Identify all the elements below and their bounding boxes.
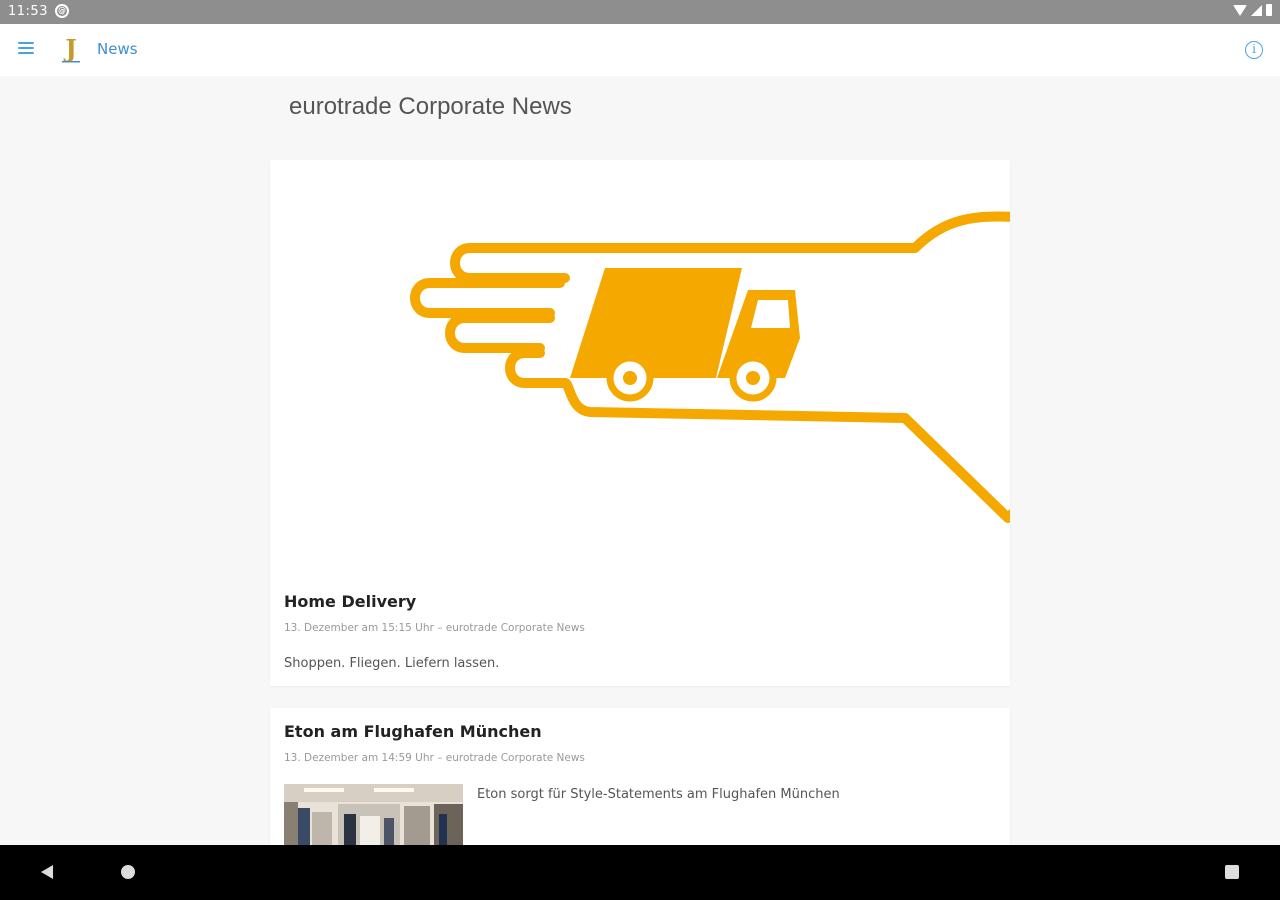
hamburger-menu-icon[interactable] [18, 42, 34, 56]
article-excerpt: Shoppen. Fliegen. Liefern lassen. [284, 656, 500, 671]
home-icon[interactable] [121, 865, 135, 879]
status-icons [1233, 4, 1272, 16]
article-card-home-delivery[interactable]: Home Delivery 13. Dezember am 15:15 Uhr … [270, 160, 1010, 686]
article-card-eton[interactable]: Eton am Flughafen München 13. Dezember a… [270, 708, 1010, 858]
status-bar: 11:53 @ [0, 0, 1280, 24]
article-meta: 13. Dezember am 15:15 Uhr – eurotrade Co… [284, 622, 585, 634]
back-icon[interactable] [41, 865, 53, 879]
status-time: 11:53 [8, 4, 48, 19]
article-title: Eton am Flughafen München [284, 722, 542, 741]
info-icon[interactable]: i [1245, 41, 1263, 59]
notification-icon: @ [55, 4, 69, 18]
battery-icon [1266, 4, 1272, 16]
page-title: eurotrade Corporate News [289, 93, 572, 120]
recents-icon[interactable] [1225, 865, 1239, 879]
article-excerpt: Eton sorgt für Style-Statements am Flugh… [477, 787, 840, 802]
signal-icon [1251, 4, 1262, 16]
app-logo-icon: J [60, 33, 82, 67]
wifi-icon [1233, 4, 1247, 16]
app-bar-title: News [97, 40, 138, 58]
app-bar: J News i [0, 24, 1280, 76]
article-title: Home Delivery [284, 592, 417, 611]
article-meta: 13. Dezember am 14:59 Uhr – eurotrade Co… [284, 752, 585, 764]
delivery-truck-location-pin-icon [410, 211, 1010, 523]
app-logo-letter: J [63, 34, 76, 63]
system-navigation-bar [0, 845, 1280, 900]
